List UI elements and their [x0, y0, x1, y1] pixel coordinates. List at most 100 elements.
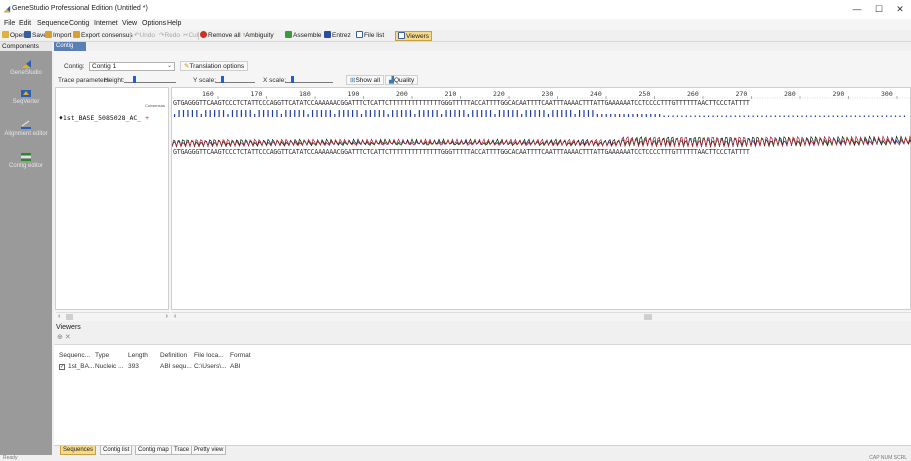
remove-icon: [200, 31, 207, 38]
scroll-right-icon[interactable]: ›: [166, 313, 168, 321]
sequence-scrollbar[interactable]: ‹: [172, 312, 911, 320]
column-header-sequence[interactable]: Sequenc...: [59, 352, 90, 359]
remove-all-button[interactable]: Remove all: [200, 31, 241, 41]
consensus-sequence[interactable]: GTGAGGGTTCAAGTCCCTCTATTCCCAGGTTCATATCCAA…: [173, 99, 911, 107]
maximize-button[interactable]: ☐: [868, 3, 890, 16]
ruler-tick-label: 230: [542, 90, 554, 98]
file-list-icon: [356, 31, 363, 38]
tab-contig-map[interactable]: Contig map: [135, 446, 172, 455]
save-button[interactable]: Save: [24, 31, 47, 41]
scroll-thumb[interactable]: [66, 314, 73, 320]
assemble-label: Assemble: [293, 32, 322, 39]
height-slider[interactable]: [124, 76, 176, 83]
column-header-format[interactable]: Format: [230, 352, 251, 359]
scroll-thumb[interactable]: [644, 314, 652, 320]
quality-bar: [374, 110, 376, 117]
import-label: Import: [53, 32, 72, 39]
quality-bar: [743, 115, 745, 117]
menu-contig[interactable]: Contig: [69, 20, 89, 27]
assemble-button[interactable]: Assemble: [285, 31, 322, 41]
y-scale-slider[interactable]: [215, 76, 255, 83]
cell-length: 393: [128, 363, 139, 370]
ruler-tick-label: 300: [881, 90, 893, 98]
import-icon: [45, 31, 52, 38]
quality-bar: [392, 110, 394, 117]
file-list-button[interactable]: File list: [356, 31, 384, 41]
remove-viewer-icon[interactable]: ✕: [65, 334, 71, 341]
menu-edit[interactable]: Edit: [19, 20, 31, 27]
x-scale-slider[interactable]: [285, 76, 333, 83]
quality-bar: [236, 110, 238, 117]
add-viewer-icon[interactable]: ⊕: [57, 334, 63, 341]
scroll-left-icon[interactable]: ‹: [174, 313, 176, 321]
export-consensus-label: Export consensus: [81, 32, 133, 39]
height-slider-handle[interactable]: [133, 76, 136, 83]
quality-bar: [178, 110, 180, 117]
tab-pretty-view[interactable]: Pretty view: [191, 446, 227, 455]
quality-bar: [841, 115, 843, 117]
quality-bar: [498, 110, 501, 117]
column-header-length[interactable]: Length: [128, 352, 148, 359]
column-header-type[interactable]: Type: [95, 352, 109, 359]
quality-bar: [574, 114, 576, 117]
quality-bar: [334, 114, 336, 117]
quality-bar: [503, 110, 505, 117]
cut-button[interactable]: ✂Cut: [183, 31, 199, 41]
menu-file[interactable]: File: [4, 20, 15, 27]
y-scale-slider-handle[interactable]: [221, 76, 224, 83]
read-sequence[interactable]: GTGAGGGTTCAAGTCCCTCTATTCCCAGGTTCATATCCAA…: [173, 148, 911, 156]
component-alignment-editor[interactable]: Alignment editor: [0, 120, 52, 138]
contig-select[interactable]: Contig 1 ⌄: [89, 62, 175, 71]
read-name[interactable]: ♦1st_BASE_5085028_AC_ +: [59, 114, 149, 122]
redo-button[interactable]: ↷Redo: [159, 31, 180, 41]
ruler-tick-label: 260: [687, 90, 699, 98]
quality-bar: [423, 110, 425, 117]
component-genestudio[interactable]: GeneStudio: [0, 59, 52, 77]
close-button[interactable]: ✕: [889, 3, 911, 16]
minimize-button[interactable]: —: [846, 3, 868, 16]
y-scale-label: Y scale:: [193, 77, 217, 84]
viewers-button[interactable]: Viewers: [395, 31, 433, 41]
quality-bar: [712, 115, 714, 117]
tab-contig-list[interactable]: Contig list: [100, 446, 133, 455]
menu-internet[interactable]: Internet: [94, 20, 118, 27]
row-checkbox[interactable]: ✓: [59, 364, 65, 370]
column-header-definition[interactable]: Definition: [160, 352, 187, 359]
show-all-button[interactable]: ⊞Show all: [346, 75, 385, 85]
folder-icon: [2, 31, 9, 38]
quality-bar: [543, 110, 545, 117]
export-consensus-button[interactable]: Export consensus: [73, 31, 133, 41]
menu-view[interactable]: View: [122, 20, 137, 27]
cell-definition: ABI sequ...: [160, 363, 192, 370]
component-label: SeqVerter: [12, 99, 40, 105]
entrez-button[interactable]: Entrez: [324, 31, 351, 41]
menu-options[interactable]: Options: [142, 20, 166, 27]
toolbar-separator: [198, 32, 199, 40]
ambiguity-button[interactable]: ᵞAmbiguity: [243, 31, 274, 41]
quality-bar: [463, 110, 465, 117]
menu-sequence[interactable]: Sequence: [37, 20, 69, 27]
quality-bar: [899, 115, 901, 117]
quality-bar: [485, 110, 487, 117]
component-contig-editor[interactable]: Contig editor: [0, 152, 52, 170]
undo-button[interactable]: ↶Undo: [134, 31, 155, 41]
names-scrollbar[interactable]: ‹ ›: [56, 312, 170, 320]
tab-trace[interactable]: Trace: [171, 446, 193, 455]
column-header-file-location[interactable]: File loca...: [194, 352, 224, 359]
translation-options-button[interactable]: ✎Translation options: [180, 61, 249, 71]
import-button[interactable]: Import: [45, 31, 71, 41]
open-button[interactable]: Open: [2, 31, 26, 41]
quality-button[interactable]: ▟Quality: [385, 75, 419, 85]
x-scale-slider-handle[interactable]: [291, 76, 294, 83]
scroll-left-icon[interactable]: ‹: [58, 313, 60, 321]
cell-sequence[interactable]: 1st_BA...: [68, 363, 94, 370]
quality-bar: [650, 114, 652, 117]
remove-all-label: Remove all: [208, 32, 241, 39]
quality-bar: [676, 115, 679, 117]
menu-help[interactable]: Help: [167, 20, 181, 27]
tab-sequences[interactable]: Sequences: [60, 446, 97, 455]
component-seqverter[interactable]: SeqVerter: [0, 88, 52, 106]
contig-editor-tab[interactable]: Contig editor: [54, 42, 86, 58]
components-panel: GeneStudio SeqVerter Alignment editor Co…: [0, 42, 52, 461]
expand-icon[interactable]: +: [145, 114, 149, 122]
